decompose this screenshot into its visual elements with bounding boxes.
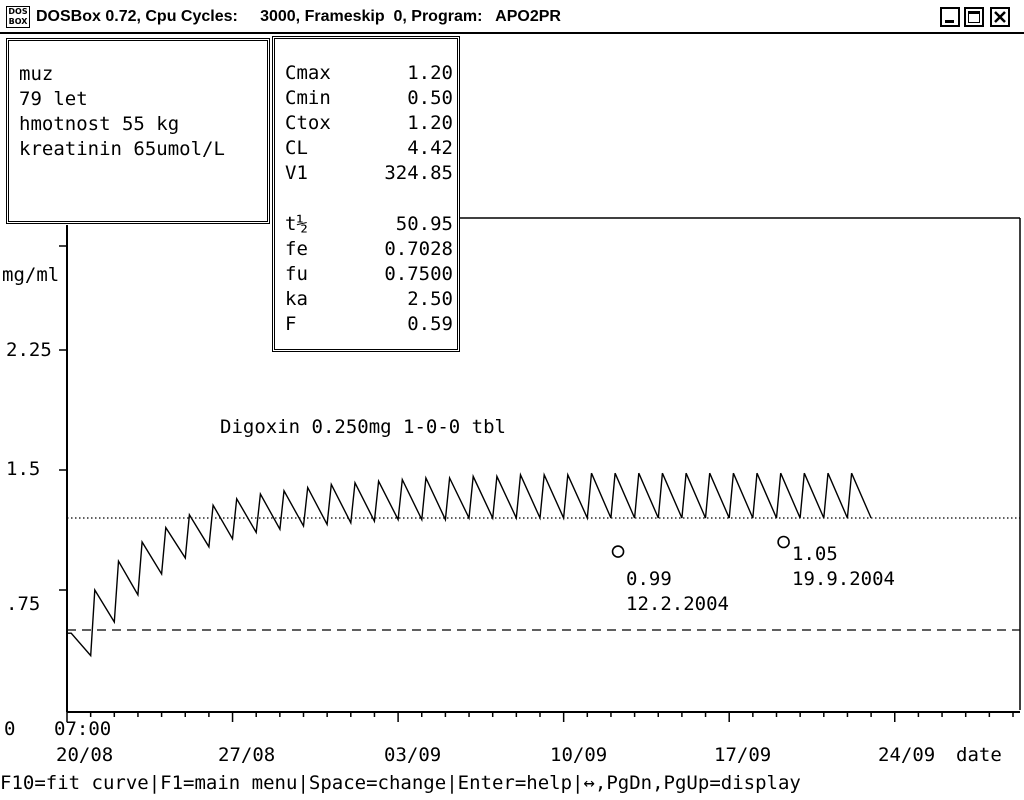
x-tick-label-03-09: 03/09 — [384, 744, 442, 766]
status-separator: | — [148, 772, 161, 794]
status-separator: | — [297, 772, 309, 794]
fit-curve-key[interactable]: F10=fit curve — [0, 772, 149, 794]
help-key[interactable]: Enter=help — [458, 772, 572, 794]
param-value: 0.7028 — [384, 238, 453, 260]
param-value: 0.59 — [407, 313, 453, 335]
param-value: 4.42 — [407, 137, 453, 159]
y-tick-label-2.25: 2.25 — [6, 339, 52, 361]
param-key: V1 — [285, 162, 308, 184]
main-menu-key[interactable]: F1=main menu — [160, 772, 297, 794]
param-value: 50.95 — [395, 213, 453, 235]
y-tick-label-1.5: 1.5 — [6, 458, 41, 480]
param-key: fe — [285, 238, 308, 260]
measurement-date-2: 19.9.2004 — [792, 568, 895, 590]
param-value: 324.85 — [384, 162, 453, 184]
x-tick-label-24-09: 24/09 — [878, 744, 936, 766]
x-axis-label: date — [956, 744, 1002, 766]
param-value: 0.7500 — [384, 263, 453, 285]
patient-info-box: muz 79 let hmotnost 55 kg kreatinin 65um… — [6, 38, 270, 224]
y-zero-label: 0 — [4, 718, 16, 740]
y-axis-label: mg/ml — [2, 264, 60, 286]
x-start-time: 07:00 — [54, 718, 112, 740]
status-separator: | — [446, 772, 458, 794]
param-key: ka — [285, 288, 308, 310]
param-value: 1.20 — [407, 112, 453, 134]
x-tick-label-10-09: 10/09 — [550, 744, 608, 766]
concentration-curve — [67, 472, 872, 658]
x-tick-label-27-08: 27/08 — [218, 744, 276, 766]
chart-title: Digoxin 0.250mg 1-0-0 tbl — [220, 416, 506, 438]
param-key: F — [285, 313, 297, 335]
param-key: t½ — [285, 213, 308, 235]
param-value: 1.20 — [407, 62, 453, 84]
param-key: CL — [285, 137, 308, 159]
measurement-point-1 — [611, 545, 625, 558]
param-key: Cmax — [285, 62, 331, 84]
patient-age: 79 let — [19, 88, 88, 110]
change-key[interactable]: Space=change — [309, 772, 446, 794]
param-value: 0.50 — [407, 87, 453, 109]
y-tick-label-0.75: .75 — [6, 593, 41, 615]
measurement-point-2 — [777, 535, 790, 549]
display-nav-key[interactable]: ↔,PgDn,PgUp=display — [583, 772, 800, 794]
measurement-value-2: 1.05 — [792, 543, 838, 565]
x-tick-label-20-08: 20/08 — [56, 744, 114, 766]
function-key-bar: F10=fit curve | F1=main menu | Space=change |… — [0, 768, 1024, 798]
patient-sex: muz — [19, 63, 54, 85]
patient-weight: hmotnost 55 kg — [19, 113, 180, 135]
param-key: fu — [285, 263, 308, 285]
measurement-value-1: 0.99 — [626, 568, 672, 590]
x-tick-label-17-09: 17/09 — [714, 744, 772, 766]
patient-creatinine: kreatinin 65umol/L — [19, 138, 225, 160]
param-value: 2.50 — [407, 288, 453, 310]
param-key: Cmin — [285, 87, 331, 109]
status-separator: | — [572, 772, 584, 794]
param-key: Ctox — [285, 112, 331, 134]
measurement-date-1: 12.2.2004 — [626, 593, 729, 615]
pk-params-box: Cmax 1.20 Cmin 0.50 Ctox 1.20 CL 4.42 V1 324.… — [272, 36, 460, 352]
